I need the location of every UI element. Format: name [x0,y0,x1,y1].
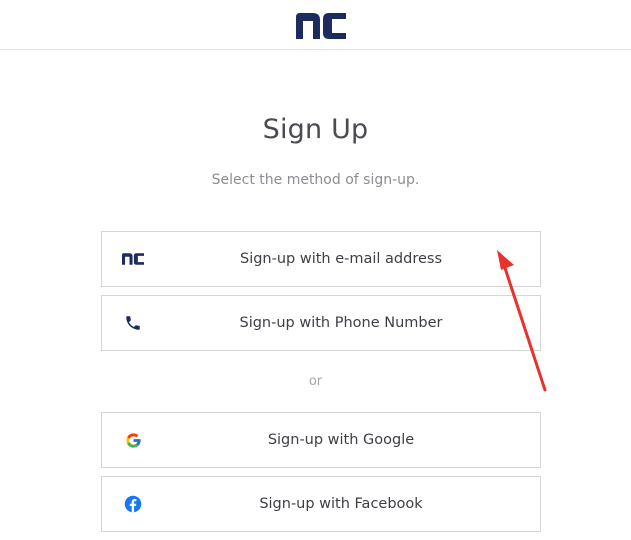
signup-page: Sign Up Select the method of sign-up. Si… [0,0,631,540]
page-title: Sign Up [262,114,369,145]
nc-logo-icon [122,248,144,270]
google-icon [122,429,144,451]
nc-logo-icon[interactable] [296,13,346,39]
signup-google-label: Sign-up with Google [267,432,415,448]
header [0,0,631,50]
signup-facebook-button[interactable]: Sign-up with Facebook [101,476,541,532]
signup-email-label: Sign-up with e-mail address [239,251,443,267]
or-divider: or [308,374,323,389]
facebook-icon [122,493,144,515]
phone-icon [122,312,144,334]
signup-phone-button[interactable]: Sign-up with Phone Number [101,295,541,351]
signup-google-button[interactable]: Sign-up with Google [101,412,541,468]
signup-email-button[interactable]: Sign-up with e-mail address [101,231,541,287]
signup-facebook-label: Sign-up with Facebook [259,496,423,512]
page-subtitle: Select the method of sign-up. [211,172,420,188]
signup-phone-label: Sign-up with Phone Number [239,315,443,331]
